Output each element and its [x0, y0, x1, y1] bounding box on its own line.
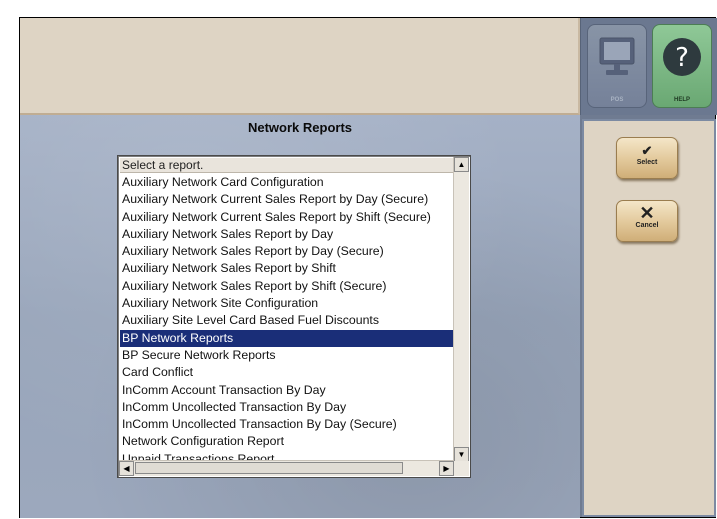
report-list-item[interactable]: Auxiliary Network Sales Report by Shift: [120, 260, 456, 277]
svg-text:?: ?: [675, 43, 689, 73]
report-list-item[interactable]: InComm Account Transaction By Day: [120, 382, 456, 399]
main-content: Network Reports Select a report. Auxilia…: [20, 115, 580, 518]
page-title: Network Reports: [247, 120, 353, 135]
message-area: [20, 18, 580, 115]
x-icon: ✕: [639, 203, 655, 223]
monitor-icon: [599, 37, 635, 75]
report-list-item[interactable]: Auxiliary Network Sales Report by Day (S…: [120, 243, 456, 260]
cancel-button-label: Cancel: [635, 222, 659, 229]
help-button[interactable]: ? HELP: [652, 24, 712, 108]
horizontal-scrollbar[interactable]: ◀ ▶: [119, 460, 454, 476]
report-list-item[interactable]: InComm Uncollected Transaction By Day: [120, 399, 456, 416]
report-list-item[interactable]: Auxiliary Network Sales Report by Shift …: [120, 278, 456, 295]
report-list-item[interactable]: Auxiliary Site Level Card Based Fuel Dis…: [120, 312, 456, 329]
select-button-label: Select: [636, 159, 658, 166]
select-button[interactable]: ✔ Select: [616, 137, 678, 179]
horizontal-scroll-thumb[interactable]: [135, 462, 403, 474]
list-placeholder-row[interactable]: Select a report.: [120, 158, 454, 173]
pos-button-label: POS: [610, 97, 624, 103]
scroll-right-arrow-icon[interactable]: ▶: [439, 461, 454, 476]
checkmark-icon: ✔: [641, 143, 653, 158]
report-list-item[interactable]: Card Conflict: [120, 364, 456, 381]
help-button-label: HELP: [673, 97, 690, 103]
cancel-button[interactable]: ✕ Cancel: [616, 200, 678, 242]
report-list-item[interactable]: InComm Uncollected Transaction By Day (S…: [120, 416, 456, 433]
report-list-item[interactable]: Auxiliary Network Current Sales Report b…: [120, 191, 456, 208]
app-window: POS ? HELP Network Reports Select a repo…: [19, 17, 717, 518]
report-list-item[interactable]: Network Configuration Report: [120, 433, 456, 450]
vertical-scrollbar[interactable]: ▲ ▼: [453, 157, 469, 462]
pos-button[interactable]: POS: [587, 24, 647, 108]
report-list-item[interactable]: Auxiliary Network Current Sales Report b…: [120, 209, 456, 226]
report-items: Auxiliary Network Card Configuration Auxi…: [120, 174, 456, 461]
report-list-item[interactable]: Auxiliary Network Sales Report by Day: [120, 226, 456, 243]
report-list-item[interactable]: BP Secure Network Reports: [120, 347, 456, 364]
action-panel: ✔ Select ✕ Cancel: [582, 119, 716, 517]
report-list-item[interactable]: Auxiliary Network Site Configuration: [120, 295, 456, 312]
scroll-up-arrow-icon[interactable]: ▲: [454, 157, 469, 172]
report-list-item[interactable]: Auxiliary Network Card Configuration: [120, 174, 456, 191]
report-list-item[interactable]: BP Network Reports: [120, 329, 456, 347]
scrollbar-corner: [454, 461, 469, 476]
question-mark-icon: ?: [663, 38, 701, 76]
scroll-down-arrow-icon[interactable]: ▼: [454, 447, 469, 462]
report-listbox[interactable]: Select a report. Auxiliary Network Card …: [117, 155, 471, 478]
scroll-left-arrow-icon[interactable]: ◀: [119, 461, 134, 476]
top-button-bar: POS ? HELP: [580, 18, 717, 115]
